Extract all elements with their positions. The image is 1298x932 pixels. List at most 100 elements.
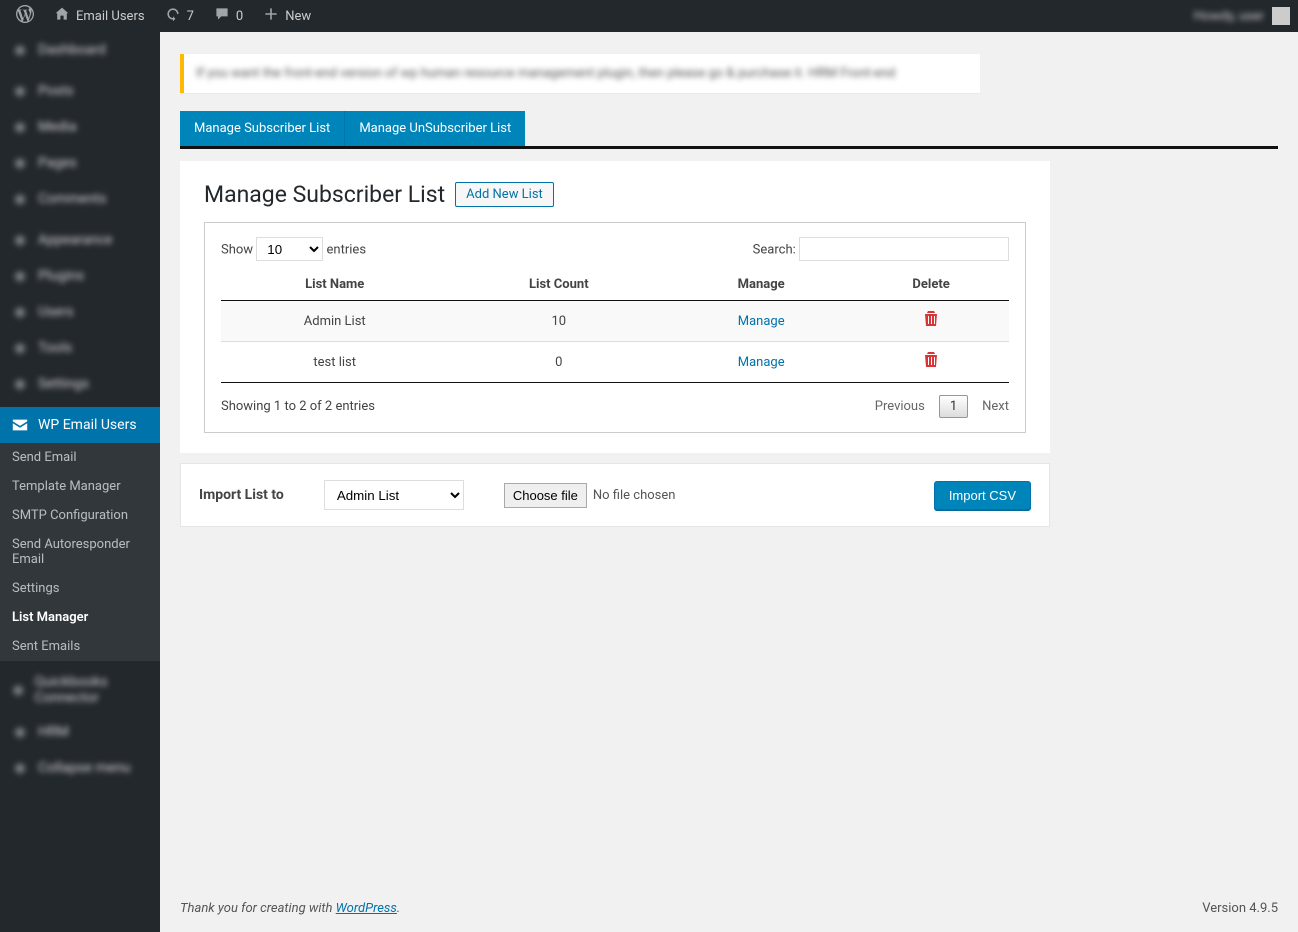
sidebar-item-blurred[interactable]: ◉Tools <box>0 330 160 366</box>
menu-icon: ◉ <box>10 338 30 358</box>
submenu-item[interactable]: Sent Emails <box>0 632 160 661</box>
datatable-info: Showing 1 to 2 of 2 entries <box>221 399 375 414</box>
col-list-name[interactable]: List Name <box>221 269 448 301</box>
menu-icon: ◉ <box>10 153 30 173</box>
file-input-wrap: Choose file No file chosen <box>504 483 676 508</box>
admin-notice: If you want the front-end version of wp … <box>180 54 980 93</box>
datatable-container: Show 10 entries Search: List Name <box>204 222 1026 433</box>
subscriber-panel: Manage Subscriber List Add New List Show… <box>180 161 1050 453</box>
sidebar-item-blurred[interactable]: ◉Comments <box>0 181 160 217</box>
footer-version: Version 4.9.5 <box>1202 901 1278 916</box>
manage-link[interactable]: Manage <box>738 355 785 370</box>
search-control: Search: <box>753 237 1009 261</box>
sidebar-item-blurred[interactable]: ◉Appearance <box>0 222 160 258</box>
sidebar-item-blurred[interactable]: ◉Plugins <box>0 258 160 294</box>
show-label-post: entries <box>327 243 367 258</box>
import-label: Import List to <box>199 487 284 503</box>
admin-sidebar: ◉Dashboard ◉Posts◉Media◉Pages◉Comments ◉Ap… <box>0 32 160 932</box>
sidebar-item-blurred[interactable]: ◉Quickbooks Connector <box>0 666 160 714</box>
submenu-item[interactable]: SMTP Configuration <box>0 501 160 530</box>
search-label: Search: <box>753 243 796 258</box>
comments-count: 0 <box>236 9 243 24</box>
next-button[interactable]: Next <box>982 399 1009 414</box>
new-content-menu[interactable]: New <box>255 0 319 32</box>
trash-icon[interactable] <box>924 312 938 331</box>
sidebar-item-blurred[interactable]: ◉Media <box>0 109 160 145</box>
table-header-row: List Name List Count Manage Delete <box>221 269 1009 301</box>
sidebar-item-blurred[interactable]: ◉Users <box>0 294 160 330</box>
cell-list-name: test list <box>221 342 448 383</box>
entries-select[interactable]: 10 <box>256 237 323 261</box>
sidebar-item-blurred[interactable]: ◉Settings <box>0 366 160 402</box>
wordpress-icon <box>16 5 34 27</box>
sidebar-item-blurred[interactable]: ◉Dashboard <box>0 32 160 68</box>
show-label-pre: Show <box>221 243 253 258</box>
menu-icon: ◉ <box>10 230 30 250</box>
sidebar-label-wp-email-users: WP Email Users <box>38 417 137 433</box>
length-control: Show 10 entries <box>221 237 366 261</box>
search-input[interactable] <box>799 237 1009 261</box>
datatable-controls: Show 10 entries Search: <box>221 237 1009 261</box>
import-csv-button[interactable]: Import CSV <box>934 481 1031 510</box>
cell-delete <box>853 301 1009 342</box>
page-title: Manage Subscriber List Add New List <box>204 181 1026 222</box>
mail-icon <box>10 415 30 435</box>
prev-button[interactable]: Previous <box>875 399 925 414</box>
updates-icon <box>165 6 181 26</box>
updates-menu[interactable]: 7 <box>157 0 202 32</box>
col-list-count[interactable]: List Count <box>448 269 669 301</box>
submenu-item[interactable]: Settings <box>0 574 160 603</box>
admin-toolbar-right: Howdy, user <box>1194 7 1290 25</box>
submenu-item[interactable]: Template Manager <box>0 472 160 501</box>
avatar[interactable] <box>1272 7 1290 25</box>
page-1-button[interactable]: 1 <box>939 395 968 418</box>
admin-footer: Thank you for creating with WordPress. V… <box>160 885 1298 932</box>
subscriber-table: List Name List Count Manage Delete Admin… <box>221 269 1009 383</box>
tab-unsubscriber-list[interactable]: Manage UnSubscriber List <box>345 111 525 146</box>
admin-toolbar: Email Users 7 0 New Howdy, user <box>0 0 1298 32</box>
trash-icon[interactable] <box>924 353 938 372</box>
admin-toolbar-left: Email Users 7 0 New <box>8 0 319 32</box>
import-list-select[interactable]: Admin List <box>324 480 464 510</box>
menu-icon: ◉ <box>10 117 30 137</box>
pagination: Previous 1 Next <box>875 395 1009 418</box>
tabs-bar: Manage Subscriber List Manage UnSubscrib… <box>180 111 1278 149</box>
col-delete[interactable]: Delete <box>853 269 1009 301</box>
menu-icon: ◉ <box>10 266 30 286</box>
menu-icon: ◉ <box>10 189 30 209</box>
wordpress-link[interactable]: WordPress <box>336 901 397 916</box>
sidebar-item-blurred[interactable]: ◉Posts <box>0 73 160 109</box>
table-row: test list0 Manage <box>221 342 1009 383</box>
submenu-item[interactable]: Send Email <box>0 443 160 472</box>
updates-count: 7 <box>187 9 194 24</box>
manage-link[interactable]: Manage <box>738 314 785 329</box>
site-name-menu[interactable]: Email Users <box>46 0 153 32</box>
page-title-text: Manage Subscriber List <box>204 181 445 208</box>
comments-menu[interactable]: 0 <box>206 0 251 32</box>
submenu-item[interactable]: Send Autoresponder Email <box>0 530 160 574</box>
sidebar-item-blurred[interactable]: ◉Pages <box>0 145 160 181</box>
new-label: New <box>285 9 311 24</box>
sidebar-item-wp-email-users[interactable]: WP Email Users <box>0 407 160 443</box>
col-manage[interactable]: Manage <box>669 269 853 301</box>
no-file-label: No file chosen <box>593 488 676 503</box>
menu-icon: ◉ <box>10 758 30 778</box>
menu-icon: ◉ <box>10 722 30 742</box>
add-new-list-button[interactable]: Add New List <box>455 182 554 207</box>
plus-icon <box>263 6 279 26</box>
tab-subscriber-list[interactable]: Manage Subscriber List <box>180 111 345 146</box>
submenu-item[interactable]: List Manager <box>0 603 160 632</box>
cell-manage: Manage <box>669 342 853 383</box>
footer-thank-you: Thank you for creating with WordPress. <box>180 901 400 916</box>
choose-file-button[interactable]: Choose file <box>504 483 587 508</box>
home-icon <box>54 6 70 26</box>
menu-icon: ◉ <box>10 40 30 60</box>
sidebar-item-blurred[interactable]: ◉HRM <box>0 714 160 750</box>
wp-logo-menu[interactable] <box>8 0 42 32</box>
sidebar-item-blurred[interactable]: ◉Collapse menu <box>0 750 160 786</box>
import-panel: Import List to Admin List Choose file No… <box>180 463 1050 527</box>
table-row: Admin List10Manage <box>221 301 1009 342</box>
cell-list-count: 0 <box>448 342 669 383</box>
menu-icon: ◉ <box>10 374 30 394</box>
howdy-text: Howdy, user <box>1194 9 1264 24</box>
